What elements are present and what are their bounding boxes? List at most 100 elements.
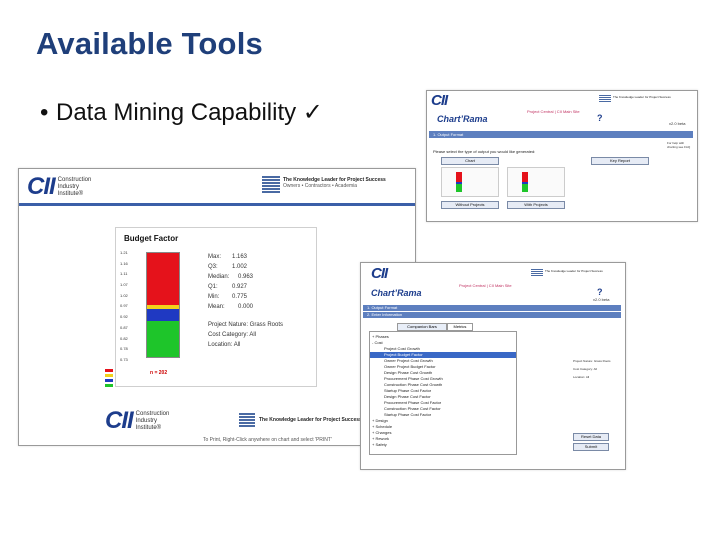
bullet-item: • Data Mining Capability ✓	[40, 98, 323, 127]
y-tick: 0.97	[120, 303, 128, 309]
project-nature: Project Nature: Grass Roots	[208, 322, 284, 328]
logo-sub-line: Construction	[57, 176, 92, 183]
stat-label: Median:	[208, 274, 230, 280]
header-tagline: The Knowledge Leader for Project Success	[613, 95, 671, 99]
legend	[105, 369, 127, 387]
without-projects-button[interactable]: Without Projects	[441, 201, 499, 209]
footer-tagline: The Knowledge Leader for Project Success	[259, 417, 362, 423]
stat-mean: Mean: 0.000	[208, 302, 283, 312]
header-links[interactable]: Project Central | CII Main Site	[527, 109, 580, 114]
stat-value: 1.163	[232, 254, 248, 260]
stat-max: Max: 1.163	[208, 252, 283, 262]
y-tick: 0.92	[120, 314, 128, 320]
mini-bar-green	[456, 184, 462, 192]
mini-bar-green	[522, 184, 528, 192]
legend-swatch	[105, 384, 113, 387]
app-logo: Chart’Rama	[371, 288, 422, 298]
stat-q1: Q1: 0.927	[208, 282, 283, 292]
enter-information-screenshot: CII The Knowledge Leader for Project Suc…	[360, 262, 626, 470]
slide-title: Available Tools	[36, 26, 263, 61]
bullet-dot: •	[40, 99, 49, 126]
chart-button[interactable]: Chart	[441, 157, 499, 165]
step-label: 1. Output Format	[367, 305, 398, 310]
stat-label: Min:	[208, 294, 220, 300]
stat-value: 0.000	[238, 304, 254, 310]
logo-sub-line: Institute®	[135, 424, 162, 431]
chart-preview-with	[507, 167, 565, 197]
step-label: 2. Enter Information	[367, 312, 403, 317]
chart-title: Budget Factor	[124, 234, 179, 243]
output-format-screenshot: CII The Knowledge Leader for Project Suc…	[426, 90, 698, 222]
cii-logo-subtext: Construction Industry Institute®	[136, 411, 170, 432]
print-note: To Print, Right-Click anywhere on chart …	[203, 437, 332, 443]
step2-bar[interactable]: 2. Enter Information	[363, 312, 621, 318]
instruction-text: Please select the type of output you wou…	[433, 149, 536, 154]
tree-list: + Phases - Cost Project Cost Growth Project…	[370, 334, 516, 448]
submit-button[interactable]: Submit	[573, 443, 609, 451]
stat-label: Q3:	[208, 264, 218, 270]
stat-value: 0.775	[232, 294, 248, 300]
stat-q3: Q3: 1.002	[208, 262, 283, 272]
legend-swatch	[105, 374, 113, 377]
legend-swatch	[105, 379, 113, 382]
logo-sub-line: Construction	[135, 410, 170, 417]
stats-list: Max: 1.163 Q3: 1.002 Median: 0.963 Q1: 0.927…	[208, 252, 283, 350]
legend-swatch	[105, 369, 113, 372]
footer-logo: CII Construction Industry Institute®	[105, 407, 169, 435]
bar-blue-band	[147, 309, 179, 321]
location: Location: All	[208, 342, 241, 348]
tab-companion-bars[interactable]: Companion Bars	[397, 323, 447, 331]
y-tick: 0.78	[120, 346, 128, 352]
tagline-sub-text: Owners • Contractors • Academia	[283, 183, 358, 189]
logo-sub-line: Industry	[135, 417, 158, 424]
y-tick: 1.16	[120, 260, 128, 266]
step1-bar[interactable]: 1. Output Format	[363, 305, 621, 311]
chart-panel: Budget Factor 1.21 1.16 1.11 1.07 1.02 0…	[115, 227, 317, 387]
cii-logo: CII	[27, 173, 56, 200]
tree-item[interactable]: + Safety	[370, 442, 516, 448]
stripe-icon	[531, 269, 543, 276]
stripe-icon	[599, 95, 611, 102]
stat-label: Max:	[208, 254, 222, 260]
info-nature: Project Nature: Grass Roots	[573, 359, 611, 363]
version-label: v2.0 beta	[669, 121, 686, 126]
y-tick: 1.02	[120, 292, 128, 298]
info-location: Location: All	[573, 375, 590, 379]
info-category: Cost Category: All	[573, 367, 598, 371]
side-note: For help with charting see FAQ	[667, 141, 691, 149]
help-icon[interactable]: ?	[597, 113, 603, 123]
logo-sub-line: Institute®	[57, 190, 84, 197]
key-report-button[interactable]: Key Report	[591, 157, 649, 165]
step-bar: 1. Output Format	[429, 131, 693, 138]
app-logo: Chart’Rama	[437, 114, 488, 124]
stat-median: Median: 0.963	[208, 272, 283, 282]
cii-logo: CII	[431, 92, 448, 109]
y-tick: 0.73	[120, 356, 128, 362]
budget-bar	[146, 252, 180, 358]
axis-ticks: 1.21 1.16 1.11 1.07 1.02 0.97 0.92 0.87 …	[120, 250, 134, 362]
header-links[interactable]: Project Central | CII Main Site	[459, 283, 512, 288]
bar-lower-green	[147, 321, 179, 357]
stat-min: Min: 0.775	[208, 292, 283, 302]
header-tagline: The Knowledge Leader for Project Success…	[283, 177, 386, 189]
cii-logo: CII	[105, 407, 134, 434]
reset-data-button[interactable]: Reset Data	[573, 433, 609, 441]
header-rule	[19, 203, 415, 206]
step-label: 1. Output Format	[433, 132, 464, 137]
tab-metrics[interactable]: Metrics	[447, 323, 473, 331]
stat-label: Mean:	[208, 304, 225, 310]
cost-category: Cost Category: All	[208, 332, 257, 338]
metrics-tree[interactable]: + Phases - Cost Project Cost Growth Project…	[369, 331, 517, 455]
stripe-icon	[239, 413, 255, 427]
mini-bar-red	[522, 172, 528, 182]
stat-value: 0.963	[238, 274, 254, 280]
mini-bar-red	[456, 172, 462, 182]
budget-factor-screenshot: CII Construction Industry Institute® The…	[18, 168, 416, 446]
logo-sub-line: Industry	[57, 183, 80, 190]
y-tick: 1.21	[120, 250, 128, 255]
bar-upper-red	[147, 253, 179, 305]
cii-logo: CII	[371, 265, 388, 282]
y-tick: 0.82	[120, 335, 128, 341]
with-projects-button[interactable]: With Projects	[507, 201, 565, 209]
help-icon[interactable]: ?	[597, 287, 603, 297]
